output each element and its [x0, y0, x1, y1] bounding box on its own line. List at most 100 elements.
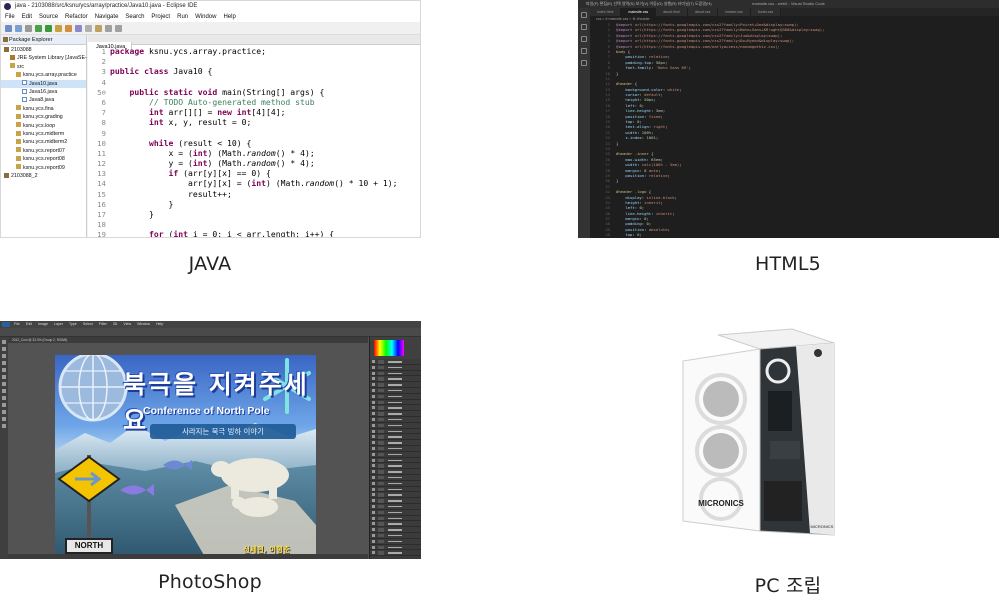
css-source-code[interactable]: 1@import url(https://fonts.googleapis.co…: [590, 22, 999, 238]
eye-icon[interactable]: [372, 430, 375, 433]
tree-item[interactable]: ksnu.ycs.report07: [1, 147, 86, 155]
code-editor[interactable]: Java10.java 1package ksnu.ycs.array.prac…: [88, 35, 420, 237]
gradient-tool-icon[interactable]: [2, 396, 6, 400]
editor-tab[interactable]: index.html: [590, 8, 621, 16]
open-type-icon[interactable]: [75, 25, 82, 32]
layer-row[interactable]: [370, 550, 421, 556]
color-spectrum[interactable]: [374, 340, 404, 356]
editor-tab[interactable]: footer.css: [751, 8, 781, 16]
tree-item[interactable]: Java16.java: [1, 88, 86, 96]
eye-icon[interactable]: [372, 383, 375, 386]
eye-icon[interactable]: [372, 418, 375, 421]
marquee-tool-icon[interactable]: [2, 347, 6, 351]
move-tool-icon[interactable]: [2, 340, 6, 344]
tree-item[interactable]: Java8.java: [1, 96, 86, 104]
menu-item-refactor[interactable]: Refactor: [65, 12, 88, 22]
menu-item-project[interactable]: Project: [151, 12, 170, 22]
eye-icon[interactable]: [372, 395, 375, 398]
tree-item[interactable]: ksnu.ycs.loop: [1, 122, 86, 130]
editor-tab[interactable]: about.css: [688, 8, 718, 16]
tab-package-explorer[interactable]: Package Explorer: [1, 35, 86, 45]
eye-icon[interactable]: [372, 441, 375, 444]
menu-item-image[interactable]: Image: [38, 321, 48, 328]
brush-tool-icon[interactable]: [2, 375, 6, 379]
eye-icon[interactable]: [372, 406, 375, 409]
eye-icon[interactable]: [372, 366, 375, 369]
menu-item-source[interactable]: Source: [39, 12, 58, 22]
eye-icon[interactable]: [372, 505, 375, 508]
menu-item-navigate[interactable]: Navigate: [95, 12, 119, 22]
eye-icon[interactable]: [372, 424, 375, 427]
eye-icon[interactable]: [372, 476, 375, 479]
search-icon[interactable]: [85, 25, 92, 32]
type-tool-icon[interactable]: [2, 410, 6, 414]
print-icon[interactable]: [25, 25, 32, 32]
new-package-icon[interactable]: [55, 25, 62, 32]
menu-item-file[interactable]: File: [14, 321, 20, 328]
menu-item-window[interactable]: Window: [137, 321, 150, 328]
run-icon[interactable]: [45, 25, 52, 32]
eye-icon[interactable]: [372, 470, 375, 473]
menu-item-layer[interactable]: Layer: [54, 321, 63, 328]
stamp-tool-icon[interactable]: [2, 382, 6, 386]
tree-item[interactable]: 2103088_2: [1, 172, 86, 180]
eye-icon[interactable]: [372, 482, 375, 485]
menu-item-3d[interactable]: 3D: [113, 321, 118, 328]
menu-item-edit[interactable]: Edit: [22, 12, 32, 22]
tree-item[interactable]: ksnu.ycs.report09: [1, 164, 86, 172]
eye-icon[interactable]: [372, 453, 375, 456]
eye-icon[interactable]: [372, 546, 375, 549]
tree-item[interactable]: ksnu.ycs.midterm: [1, 130, 86, 138]
eye-icon[interactable]: [372, 377, 375, 380]
tree-item[interactable]: 2103088: [1, 46, 86, 54]
poster-canvas[interactable]: 북극을 지켜주세요 Conference of North Pole 사라지는 …: [55, 355, 316, 557]
tree-item[interactable]: src: [1, 63, 86, 71]
eraser-tool-icon[interactable]: [2, 389, 6, 393]
menu-item-select[interactable]: Select: [83, 321, 93, 328]
crop-tool-icon[interactable]: [2, 361, 6, 365]
menu-item-help[interactable]: Help: [223, 12, 235, 22]
pen-tool-icon[interactable]: [2, 403, 6, 407]
eye-icon[interactable]: [372, 488, 375, 491]
document-tab[interactable]: 2012_Cool @ 33.3% (Group 2, RGB/8): [8, 337, 368, 343]
menu-item-help[interactable]: Help: [156, 321, 163, 328]
annotation-icon[interactable]: [95, 25, 102, 32]
tree-item[interactable]: ksnu.ycs.array.practice: [1, 71, 86, 79]
menu-item-type[interactable]: Type: [69, 321, 77, 328]
eye-icon[interactable]: [372, 447, 375, 450]
menu-item-window[interactable]: Window: [195, 12, 216, 22]
eye-icon[interactable]: [372, 499, 375, 502]
eye-icon[interactable]: [372, 511, 375, 514]
eye-icon[interactable]: [372, 493, 375, 496]
eye-icon[interactable]: [372, 464, 375, 467]
tree-item[interactable]: ksnu.ycs.fina: [1, 105, 86, 113]
tree-item[interactable]: Java10.java: [1, 80, 86, 88]
eye-icon[interactable]: [372, 412, 375, 415]
editor-tab[interactable]: mainsite.css: [621, 8, 656, 16]
menu-item-run[interactable]: Run: [177, 12, 188, 22]
debug-icon[interactable]: [35, 25, 42, 32]
eye-icon[interactable]: [372, 401, 375, 404]
tree-item[interactable]: ksnu.ycs.report08: [1, 155, 86, 163]
forward-icon[interactable]: [115, 25, 122, 32]
eye-icon[interactable]: [372, 360, 375, 363]
back-icon[interactable]: [105, 25, 112, 32]
menu-item-view[interactable]: View: [123, 321, 131, 328]
eyedropper-tool-icon[interactable]: [2, 368, 6, 372]
source-control-icon[interactable]: [581, 36, 587, 42]
tree-item[interactable]: ksnu.ycs.midterm2: [1, 138, 86, 146]
menu-item-filter[interactable]: Filter: [99, 321, 107, 328]
eye-icon[interactable]: [372, 389, 375, 392]
save-icon[interactable]: [15, 25, 22, 32]
eye-icon[interactable]: [372, 517, 375, 520]
explorer-icon[interactable]: [581, 12, 587, 18]
editor-tab[interactable]: about.html: [656, 8, 688, 16]
java-source-code[interactable]: 1package ksnu.ycs.array.practice;23publi…: [88, 46, 420, 237]
hand-tool-icon[interactable]: [2, 417, 6, 421]
tree-item[interactable]: ksnu.ycs.grading: [1, 113, 86, 121]
run-debug-icon[interactable]: [581, 48, 587, 54]
menu-item-search[interactable]: Search: [125, 12, 144, 22]
new-icon[interactable]: [5, 25, 12, 32]
tree-item[interactable]: JRE System Library [JavaSE-: [1, 54, 86, 62]
new-class-icon[interactable]: [65, 25, 72, 32]
